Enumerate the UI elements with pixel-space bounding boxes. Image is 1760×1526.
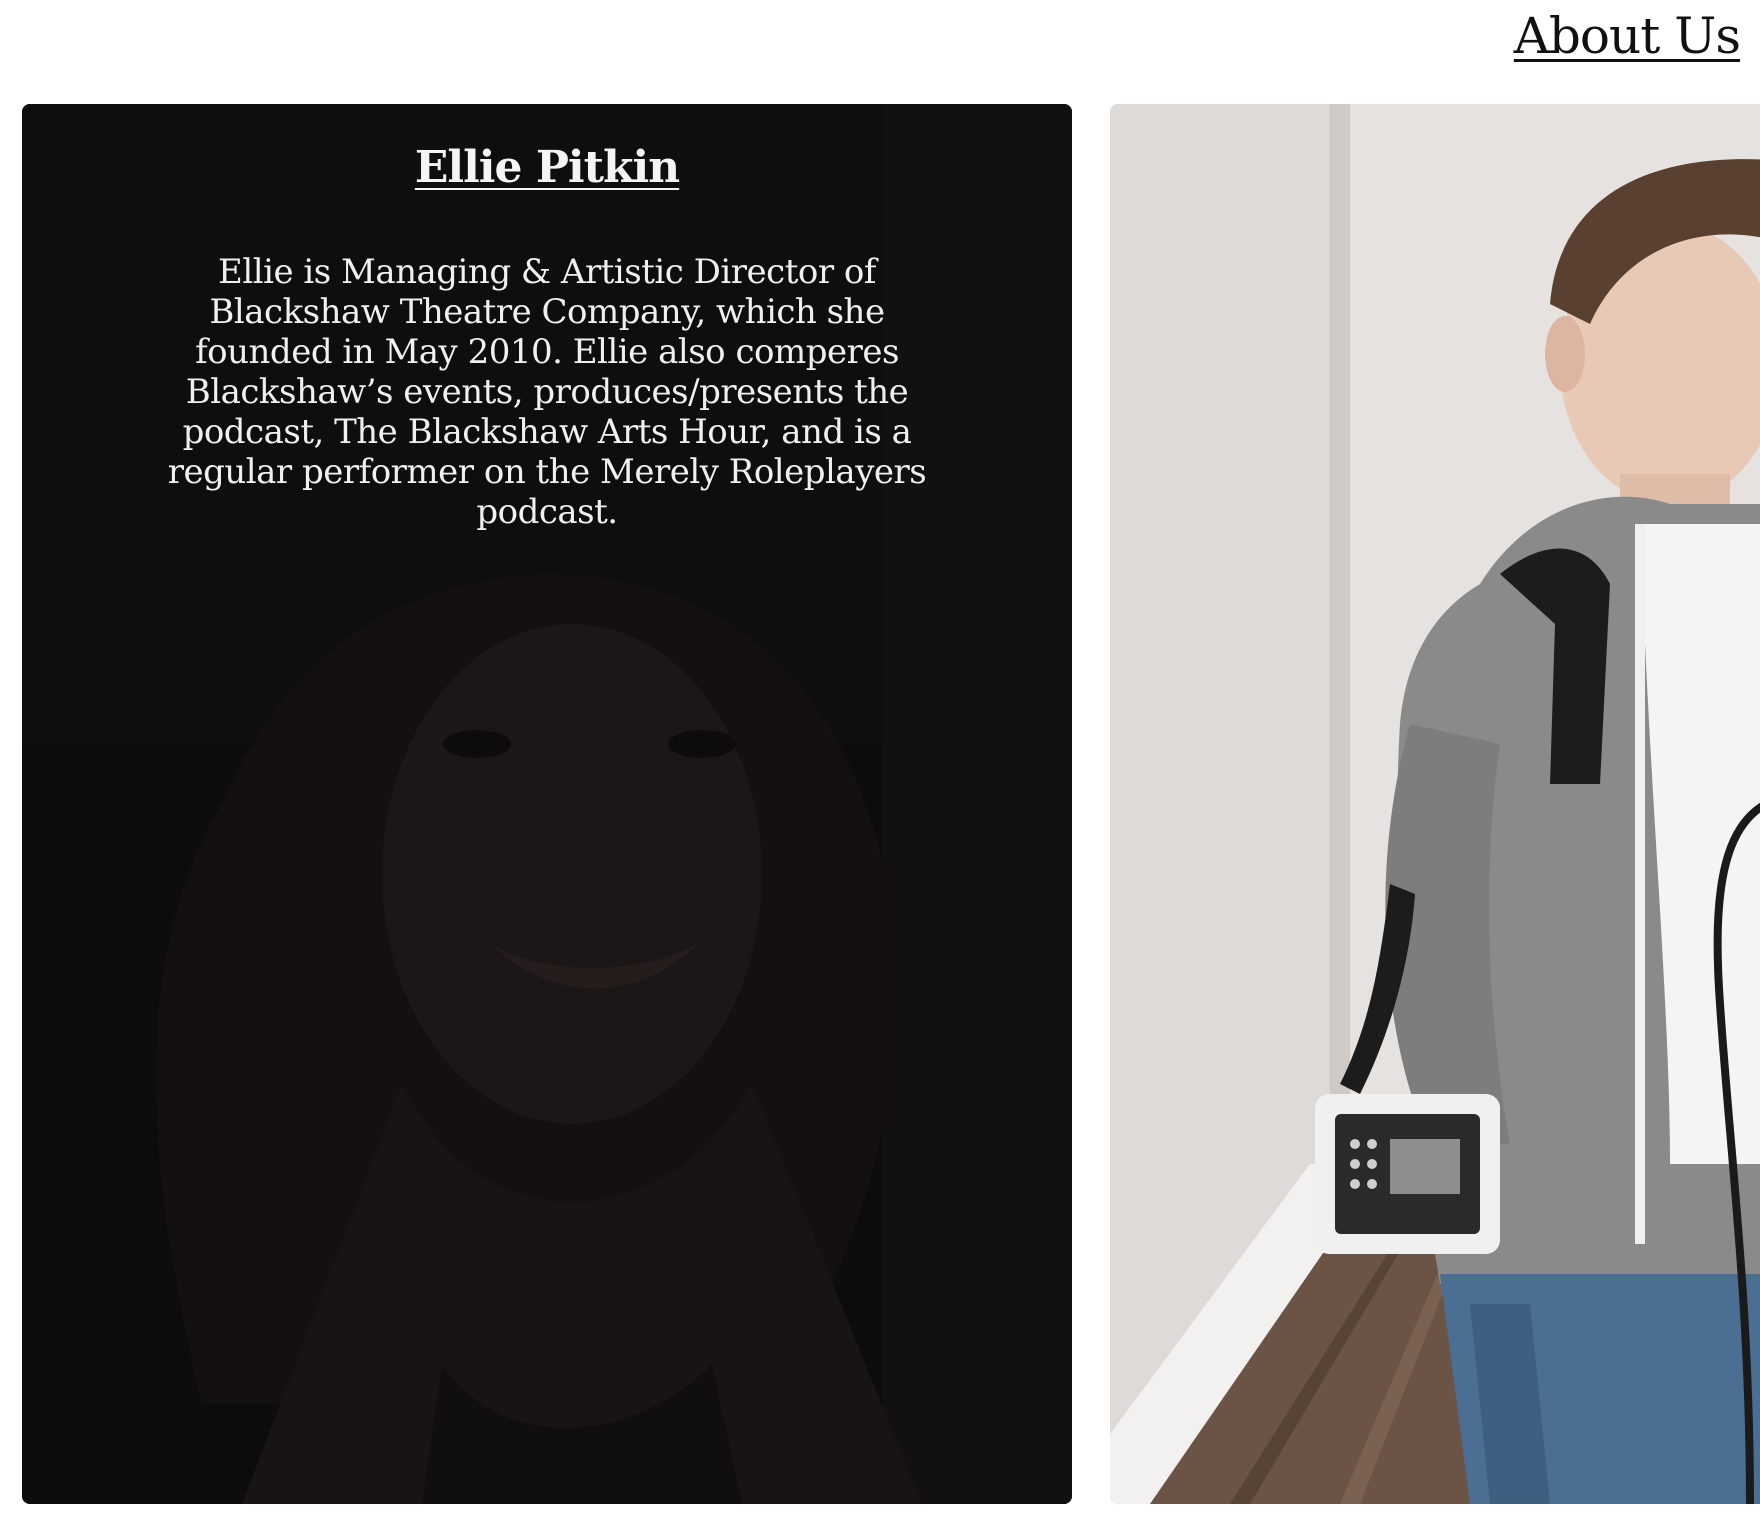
member-name[interactable]: Ellie Pitkin: [415, 140, 680, 196]
team-member-card-second[interactable]: [1110, 104, 1760, 1504]
team-member-card-ellie[interactable]: Ellie Pitkin Ellie is Managing & Artisti…: [22, 104, 1072, 1504]
member-photo-second: [1110, 104, 1760, 1504]
about-us-link[interactable]: About Us: [1514, 6, 1741, 66]
member-bio: Ellie is Managing & Artistic Director of…: [167, 252, 927, 532]
